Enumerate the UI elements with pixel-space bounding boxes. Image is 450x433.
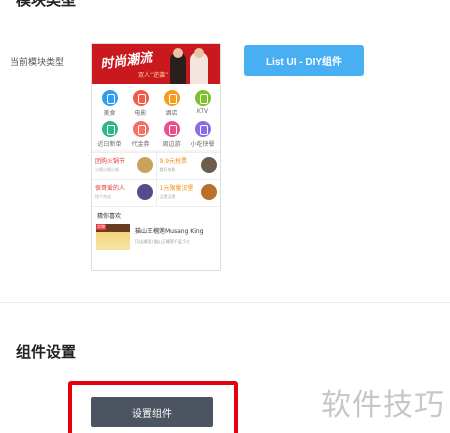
module-type-label: 当前模块类型 [10, 58, 65, 68]
category-icon [132, 121, 149, 137]
preview-grid-item: KTV [187, 90, 218, 117]
category-icon [163, 121, 180, 137]
preview-icon-grid: 美食 电影 酒店 KTV 近日新单 代金券 周边游 小吃快餐 [92, 84, 220, 150]
category-icon [163, 90, 180, 106]
promo-card: 团购火锅节 火锅火锅火锅 [92, 153, 157, 179]
section-divider [0, 302, 450, 303]
category-label: 周边游 [162, 141, 181, 148]
guess-badge: 实物 [96, 224, 106, 230]
promo-card: 1元限量汉堡 汉堡汉堡 [157, 180, 221, 206]
category-label: 电影 [134, 110, 147, 117]
category-label: 近日新单 [97, 141, 122, 148]
category-label: 代金券 [131, 141, 150, 148]
module-preview: 时尚潮流 双人“逆袭” 美食 电影 酒店 KTV 近日新单 代金券 周边游 小吃快餐 团购火锅… [91, 43, 221, 271]
promo-image [201, 157, 217, 173]
promo-card: 9.9元抢票 看好电影 [157, 153, 221, 179]
guess-name: 猫山王榴莲Musang King [135, 228, 204, 235]
watermark: 软件技巧 [321, 388, 445, 423]
promo-image [136, 157, 153, 173]
guess-desc: [1店通用] 猫山王榴莲千层 5寸 [135, 239, 190, 244]
banner-person-head [173, 48, 183, 58]
guess-header: 猜你喜欢 [92, 206, 220, 224]
module-type-button[interactable]: List UI - DIY组件 [244, 45, 364, 76]
preview-grid-item: 电影 [125, 90, 156, 117]
preview-grid-item: 周边游 [156, 121, 187, 148]
section-title-component-settings: 组件设置 [16, 343, 77, 361]
category-icon [194, 121, 211, 137]
promo-row: 团购火锅节 火锅火锅火锅 9.9元抢票 看好电影 [92, 152, 220, 179]
category-icon [101, 121, 118, 137]
promo-image [201, 184, 217, 200]
promo-row: 很哥爱的人 找个合适 1元限量汉堡 汉堡汉堡 [92, 179, 220, 206]
guess-item: 实物 猫山王榴莲Musang King [1店通用] 猫山王榴莲千层 5寸 [92, 224, 220, 250]
category-icon [132, 90, 149, 106]
category-label: 美食 [103, 110, 116, 117]
preview-banner: 时尚潮流 双人“逆袭” [92, 44, 220, 84]
preview-grid-item: 酒店 [156, 90, 187, 117]
banner-tag: 双人“逆袭” [138, 72, 169, 79]
promo-image [136, 184, 153, 200]
preview-grid-item: 美食 [94, 90, 125, 117]
category-icon [194, 90, 211, 106]
banner-logo-text: 时尚潮流 [99, 50, 154, 73]
category-label: KTV [196, 108, 209, 115]
category-icon [101, 90, 118, 106]
preview-grid-item: 小吃快餐 [187, 121, 218, 148]
banner-person-head [194, 48, 204, 58]
durian-cake-image: 实物 [96, 224, 130, 250]
section-title-module-type: 模块类型 [16, 0, 77, 9]
preview-grid-item: 近日新单 [94, 121, 125, 148]
promo-card: 很哥爱的人 找个合适 [92, 180, 157, 206]
category-label: 酒店 [165, 110, 178, 117]
configure-component-button[interactable]: 设置组件 [91, 397, 213, 427]
preview-grid-item: 代金券 [125, 121, 156, 148]
category-label: 小吃快餐 [190, 141, 215, 148]
